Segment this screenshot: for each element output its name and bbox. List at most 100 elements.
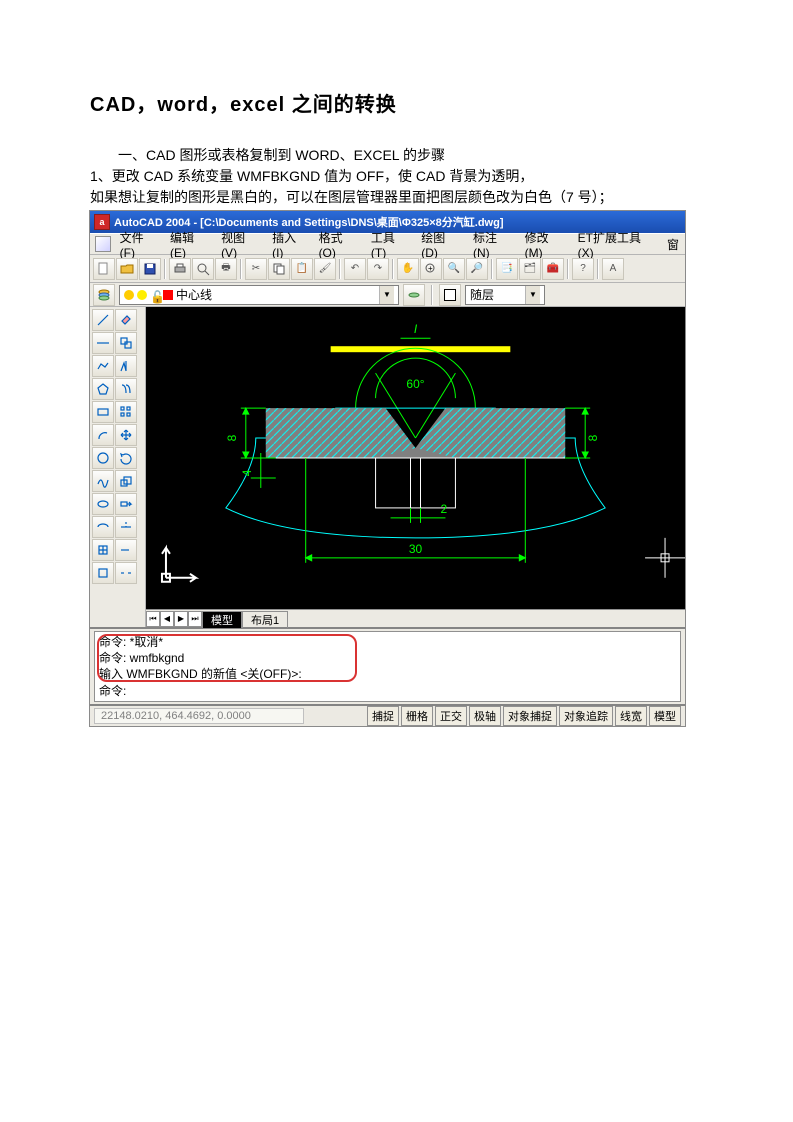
menu-draw[interactable]: 绘图(D): [415, 227, 467, 262]
array-button[interactable]: [115, 401, 137, 423]
block-button[interactable]: [92, 562, 114, 584]
document-icon[interactable]: [95, 236, 111, 252]
tab-first-button[interactable]: ⏮: [146, 611, 160, 627]
menu-dimension[interactable]: 标注(N): [467, 227, 519, 262]
xline-button[interactable]: [92, 332, 114, 354]
paste-button[interactable]: 📋: [291, 258, 313, 280]
menu-view[interactable]: 视图(V): [215, 227, 266, 262]
pan-button[interactable]: ✋: [397, 258, 419, 280]
polar-toggle[interactable]: 极轴: [469, 706, 501, 726]
dim-height-right: 8: [586, 434, 600, 441]
dropdown-arrow-icon[interactable]: ▼: [525, 286, 540, 304]
cmd-line-1: 命令: *取消*: [99, 634, 676, 650]
arc-button[interactable]: [92, 424, 114, 446]
layer-selector[interactable]: 🔓 中心线 ▼: [119, 285, 399, 305]
tool-palette-button[interactable]: 🧰: [542, 258, 564, 280]
layout-tabs: ⏮ ◀ ▶ ⏭ 模型 布局1: [146, 609, 685, 627]
tab-next-button[interactable]: ▶: [174, 611, 188, 627]
open-button[interactable]: [116, 258, 138, 280]
trim-button[interactable]: [115, 516, 137, 538]
rectangle-button[interactable]: [92, 401, 114, 423]
tab-prev-button[interactable]: ◀: [160, 611, 174, 627]
stretch-button[interactable]: [115, 493, 137, 515]
menu-modify[interactable]: 修改(M): [519, 227, 572, 262]
sun-icon: [137, 290, 147, 300]
insert-button[interactable]: [92, 539, 114, 561]
status-bar: 22148.0210, 464.4692, 0.0000 捕捉 栅格 正交 极轴…: [90, 704, 685, 726]
properties-button[interactable]: 📑: [496, 258, 518, 280]
menu-edit[interactable]: 编辑(E): [164, 227, 215, 262]
menu-file[interactable]: 文件(F): [114, 227, 164, 262]
redo-button[interactable]: ↷: [367, 258, 389, 280]
color-button[interactable]: [439, 284, 461, 306]
ellipse-arc-button[interactable]: [92, 516, 114, 538]
circle-button[interactable]: [92, 447, 114, 469]
dropdown-arrow-icon[interactable]: ▼: [379, 286, 394, 304]
undo-button[interactable]: ↶: [344, 258, 366, 280]
menu-format[interactable]: 格式(O): [313, 227, 365, 262]
layer-prev-button[interactable]: [403, 284, 425, 306]
otrack-toggle[interactable]: 对象追踪: [559, 706, 613, 726]
linetype-selector[interactable]: 随层 ▼: [465, 285, 545, 305]
match-button[interactable]: 🖌: [314, 258, 336, 280]
app-icon: a: [94, 214, 110, 230]
tab-layout1[interactable]: 布局1: [242, 611, 288, 628]
layer-mgr-button[interactable]: [93, 284, 115, 306]
separator: [567, 259, 569, 279]
move-button[interactable]: [115, 424, 137, 446]
spline-button[interactable]: [92, 470, 114, 492]
zoom-rt-button[interactable]: +: [420, 258, 442, 280]
menu-window[interactable]: 窗: [661, 234, 685, 255]
osnap-toggle[interactable]: 对象捕捉: [503, 706, 557, 726]
dim-gap: 2: [440, 502, 447, 516]
separator: [392, 259, 394, 279]
scale-button[interactable]: [115, 470, 137, 492]
copy-obj-button[interactable]: [115, 332, 137, 354]
model-viewport[interactable]: I 60°: [146, 307, 685, 609]
preview-button[interactable]: [192, 258, 214, 280]
bulb-icon: [124, 290, 134, 300]
menu-tools[interactable]: 工具(T): [365, 227, 415, 262]
para-step-1b: 如果想让复制的图形是黑白的，可以在图层管理器里面把图层颜色改为白色（7 号）；: [90, 187, 703, 208]
lwt-toggle[interactable]: 线宽: [615, 706, 647, 726]
rotate-button[interactable]: [115, 447, 137, 469]
erase-button[interactable]: [115, 309, 137, 331]
separator: [339, 259, 341, 279]
offset-button[interactable]: [115, 378, 137, 400]
publish-button[interactable]: 🖶: [215, 258, 237, 280]
ortho-toggle[interactable]: 正交: [435, 706, 467, 726]
zoom-prev-button[interactable]: 🔎: [466, 258, 488, 280]
tab-last-button[interactable]: ⏭: [188, 611, 202, 627]
grid-toggle[interactable]: 栅格: [401, 706, 433, 726]
command-window[interactable]: 命令: *取消* 命令: wmfbkgnd 输入 WMFBKGND 的新值 <关…: [94, 631, 681, 702]
extra-button[interactable]: A: [602, 258, 624, 280]
dc-button[interactable]: 🗂: [519, 258, 541, 280]
command-area: 命令: *取消* 命令: wmfbkgnd 输入 WMFBKGND 的新值 <关…: [90, 627, 685, 704]
mirror-button[interactable]: [115, 355, 137, 377]
line-button[interactable]: [92, 309, 114, 331]
viewport-wrap: I 60°: [146, 307, 685, 627]
model-toggle[interactable]: 模型: [649, 706, 681, 726]
document-title: CAD，word，excel 之间的转换: [90, 88, 703, 117]
break-button[interactable]: [115, 562, 137, 584]
copy-button[interactable]: [268, 258, 290, 280]
save-button[interactable]: [139, 258, 161, 280]
para-step-1: 1、更改 CAD 系统变量 WMFBKGND 值为 OFF，使 CAD 背景为透…: [90, 166, 703, 187]
help-button[interactable]: ?: [572, 258, 594, 280]
menu-insert[interactable]: 插入(I): [266, 227, 312, 262]
yellow-bar: [331, 346, 511, 352]
separator: [431, 285, 433, 305]
tab-model[interactable]: 模型: [202, 611, 242, 628]
extend-button[interactable]: [115, 539, 137, 561]
snap-toggle[interactable]: 捕捉: [367, 706, 399, 726]
print-button[interactable]: [169, 258, 191, 280]
linetype-value: 随层: [470, 286, 494, 303]
cut-button[interactable]: ✂: [245, 258, 267, 280]
pline-button[interactable]: [92, 355, 114, 377]
polygon-button[interactable]: [92, 378, 114, 400]
ellipse-button[interactable]: [92, 493, 114, 515]
zoom-win-button[interactable]: 🔍: [443, 258, 465, 280]
menu-ext[interactable]: ET扩展工具(X): [572, 227, 661, 262]
new-button[interactable]: [93, 258, 115, 280]
label-top: I: [414, 322, 418, 336]
